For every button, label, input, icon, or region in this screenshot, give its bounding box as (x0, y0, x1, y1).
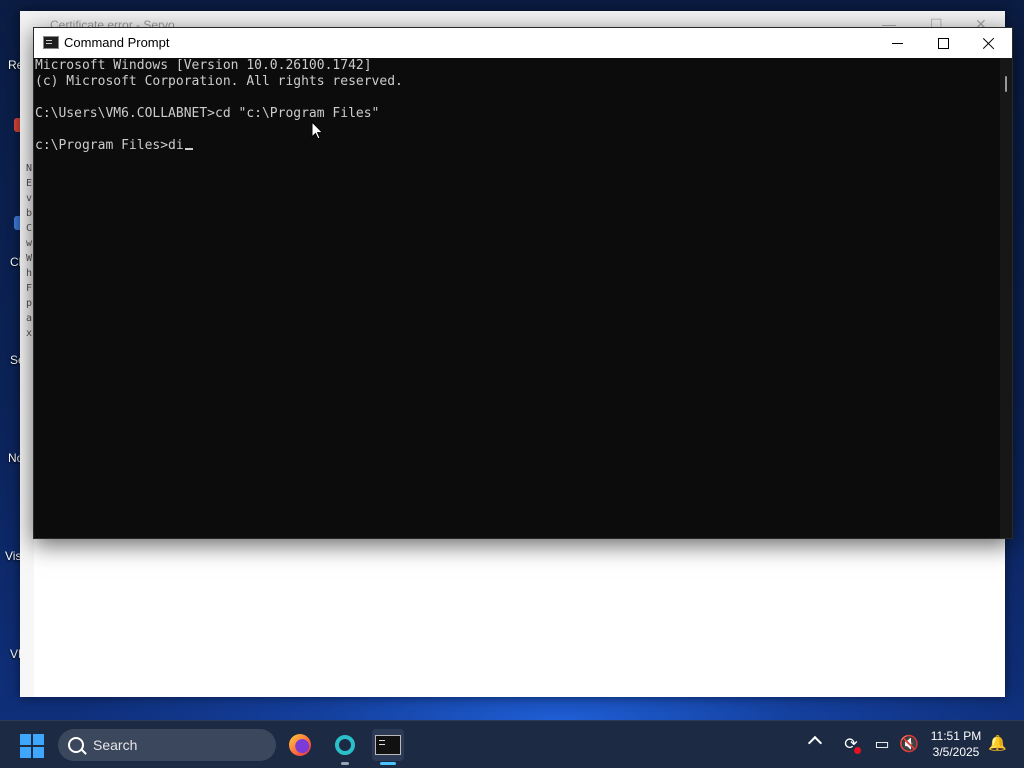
chevron-up-icon[interactable] (807, 735, 823, 751)
terminal-icon (43, 36, 59, 49)
maximize-button[interactable] (920, 28, 966, 58)
vertical-scrollbar[interactable] (1000, 58, 1012, 538)
taskbar-app-command-prompt[interactable] (372, 729, 404, 765)
minimize-icon (891, 42, 903, 44)
active-indicator (380, 762, 396, 765)
running-indicator (341, 762, 349, 765)
search-icon (68, 737, 84, 753)
taskbar-app-firefox[interactable] (284, 729, 316, 761)
firefox-icon (289, 734, 311, 756)
windows-logo-icon (20, 734, 31, 745)
close-icon (983, 37, 995, 49)
terminal-icon (375, 735, 401, 755)
background-window-sidebar (20, 41, 34, 697)
console-line: (c) Microsoft Corporation. All rights re… (35, 74, 403, 89)
desktop-icon-label[interactable]: Vis (5, 549, 21, 563)
taskbar: Search ⟳ ▭ 🔇 11:51 PM 3/5/2025 🔔 (0, 720, 1024, 768)
notification-bell-icon[interactable]: 🔔 (988, 735, 1007, 753)
scrollbar-thumb[interactable] (1005, 76, 1007, 92)
console-line: Microsoft Windows [Version 10.0.26100.17… (35, 58, 372, 73)
mouse-pointer-icon (311, 121, 324, 140)
taskbar-app-teal[interactable] (329, 729, 361, 765)
taskbar-search[interactable]: Search (58, 729, 276, 761)
command-prompt-window[interactable]: Command Prompt Microsoft Windows [Versio… (33, 27, 1013, 539)
volume-muted-icon[interactable]: 🔇 (899, 735, 919, 753)
error-badge (854, 747, 861, 754)
sync-icon[interactable]: ⟳ (842, 735, 861, 754)
command-prompt-titlebar[interactable]: Command Prompt (34, 28, 1012, 58)
clock-date: 3/5/2025 (932, 745, 980, 759)
clock-time: 11:51 PM (930, 729, 982, 743)
maximize-icon (937, 37, 949, 49)
app-ring-icon (335, 735, 355, 755)
taskbar-clock[interactable]: 11:51 PM 3/5/2025 (926, 728, 986, 760)
network-icon[interactable]: ▭ (873, 735, 891, 753)
console-line: C:\Users\VM6.COLLABNET>cd "c:\Program Fi… (35, 106, 380, 121)
console-output[interactable]: Microsoft Windows [Version 10.0.26100.17… (34, 58, 1000, 538)
search-placeholder: Search (93, 737, 138, 753)
minimize-button[interactable] (874, 28, 920, 58)
background-window-text: N E v b C w W h F p a x (26, 163, 33, 339)
text-cursor (184, 148, 193, 150)
window-title: Command Prompt (64, 35, 170, 50)
console-input-line[interactable]: c:\Program Files>di (35, 138, 184, 153)
start-button[interactable] (20, 734, 44, 758)
close-button[interactable] (966, 28, 1012, 58)
